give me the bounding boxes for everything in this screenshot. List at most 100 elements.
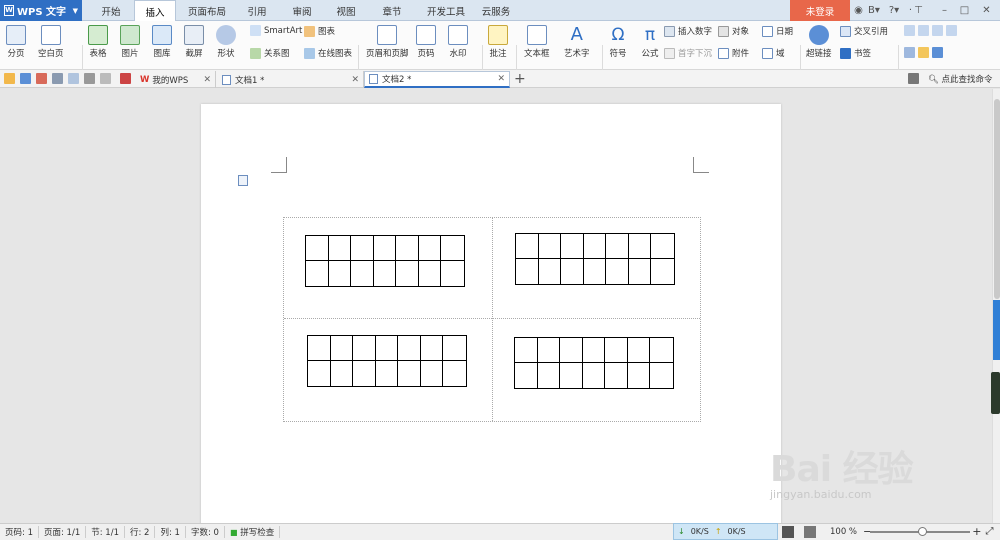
grid-cell[interactable] <box>515 363 538 388</box>
relation-chart-button[interactable]: 关系图 <box>250 47 290 59</box>
grid-cell[interactable] <box>308 336 331 361</box>
grid-cell[interactable] <box>351 236 374 261</box>
skin-icon[interactable]: ◉ <box>852 4 865 17</box>
document-page[interactable] <box>201 104 781 534</box>
grid-cell[interactable] <box>398 361 421 386</box>
status-word-count[interactable]: 字数: 0 <box>186 526 225 538</box>
grid-cell[interactable] <box>330 336 354 361</box>
save-icon[interactable] <box>20 73 31 84</box>
find-command-search[interactable]: 🔍︎ 点此查找命令 <box>928 73 993 85</box>
scrollbar-thumb[interactable] <box>994 99 1000 299</box>
grid-cell[interactable] <box>329 261 352 286</box>
grid-cell[interactable] <box>375 336 399 361</box>
grid-cell[interactable] <box>538 234 562 259</box>
grid-cell[interactable] <box>419 261 442 286</box>
writing-grid[interactable] <box>305 235 465 287</box>
page-number-button[interactable]: 页码 <box>416 25 436 59</box>
grid-cell[interactable] <box>308 361 331 386</box>
shapes-button[interactable]: 形状 <box>216 25 236 59</box>
close-tab-icon[interactable]: ✕ <box>203 75 211 85</box>
date-button[interactable]: 日期 <box>762 25 793 37</box>
drop-cap-button[interactable]: 首字下沉 <box>664 47 712 59</box>
grid-cell[interactable] <box>418 236 442 261</box>
grid-cell[interactable] <box>331 361 354 386</box>
zoom-in-button[interactable]: + <box>972 525 981 538</box>
view-mode-icon[interactable] <box>782 525 794 538</box>
grid-cell[interactable] <box>374 261 397 286</box>
customize-icon[interactable] <box>120 73 131 84</box>
gallery-button[interactable]: 图库 <box>152 25 172 59</box>
tab-chapter[interactable]: 章节 <box>372 0 412 21</box>
grid-cell[interactable] <box>443 336 466 361</box>
lock-icon[interactable] <box>932 47 943 58</box>
grid-cell[interactable] <box>516 234 539 259</box>
tab-home[interactable]: 开始 <box>88 0 134 21</box>
login-button[interactable]: 未登录 <box>790 0 850 21</box>
window-icon[interactable] <box>932 25 943 36</box>
minimize-icon[interactable]: – <box>938 4 951 17</box>
grid-cell[interactable] <box>373 236 397 261</box>
grid-icon[interactable] <box>946 25 957 36</box>
print-icon[interactable] <box>52 73 63 84</box>
watermark-button[interactable]: 水印 <box>448 25 468 59</box>
grid-cell[interactable] <box>539 259 562 284</box>
tab-view[interactable]: 视图 <box>328 0 364 21</box>
grid-cell[interactable] <box>561 259 584 284</box>
table-button[interactable]: 表格 <box>88 25 108 59</box>
doc-tab-doc1[interactable]: 文档1 * ✕ <box>218 71 364 88</box>
blank-page-button[interactable]: 空白页 <box>38 25 64 59</box>
grid-cell[interactable] <box>651 234 674 259</box>
grid-cell[interactable] <box>629 259 652 284</box>
side-widget[interactable] <box>991 372 1000 414</box>
page-break-button[interactable]: 分页 <box>6 25 26 59</box>
grid-cell[interactable] <box>538 363 561 388</box>
doc-tab-my-wps[interactable]: W 我的WPS ✕ <box>136 71 216 88</box>
grid-cell[interactable] <box>353 361 376 386</box>
text-box-button[interactable]: 文本框 <box>524 25 550 59</box>
field-button[interactable]: 域 <box>762 47 785 59</box>
writing-grid[interactable] <box>307 335 467 387</box>
grid-cell[interactable] <box>627 338 651 363</box>
smartart-button[interactable]: SmartArt <box>250 25 302 36</box>
pin-icon[interactable] <box>908 73 919 84</box>
feedback-icon[interactable]: B▾ <box>866 4 882 17</box>
tab-developer[interactable]: 开发工具 <box>420 0 472 21</box>
formula-button[interactable]: π 公式 <box>640 25 660 59</box>
writing-grid[interactable] <box>514 337 674 389</box>
layout-icon[interactable] <box>904 25 915 36</box>
layout-table[interactable] <box>283 217 701 422</box>
app-menu-button[interactable]: W WPS 文字 ▼ <box>0 0 82 21</box>
grid-cell[interactable] <box>441 261 464 286</box>
grid-cell[interactable] <box>396 236 419 261</box>
tab-references[interactable]: 引用 <box>238 0 276 21</box>
grid-cell[interactable] <box>420 336 444 361</box>
tab-review[interactable]: 审阅 <box>284 0 320 21</box>
header-footer-button[interactable]: 页眉和页脚 <box>366 25 409 59</box>
document-icon[interactable] <box>904 47 915 58</box>
undo-icon[interactable] <box>84 73 95 84</box>
zoom-slider-handle[interactable] <box>918 527 927 536</box>
export-pdf-icon[interactable] <box>36 73 47 84</box>
doc-tab-doc2[interactable]: 文档2 * ✕ <box>364 71 510 88</box>
tab-insert[interactable]: 插入 <box>134 0 176 22</box>
grid-cell[interactable] <box>306 261 329 286</box>
cross-ref-button[interactable]: 交叉引用 <box>840 25 888 37</box>
print-preview-icon[interactable] <box>68 73 79 84</box>
redo-icon[interactable] <box>100 73 111 84</box>
grid-cell[interactable] <box>398 336 421 361</box>
grid-cell[interactable] <box>605 363 628 388</box>
close-tab-icon[interactable]: ✕ <box>351 75 359 85</box>
maximize-icon[interactable]: □ <box>958 4 971 17</box>
grid-cell[interactable] <box>306 236 329 261</box>
grid-cell[interactable] <box>606 234 629 259</box>
chart-button[interactable]: 图表 <box>304 25 335 37</box>
grid-cell[interactable] <box>628 234 652 259</box>
zoom-level[interactable]: 100 % <box>830 527 857 537</box>
comment-button[interactable]: 批注 <box>488 25 508 59</box>
grid-cell[interactable] <box>516 259 539 284</box>
bookmark-button[interactable]: 书签 <box>840 47 871 59</box>
grid-cell[interactable] <box>537 338 561 363</box>
close-icon[interactable]: ✕ <box>980 4 993 17</box>
grid-cell[interactable] <box>353 336 376 361</box>
picture-button[interactable]: 图片 <box>120 25 140 59</box>
